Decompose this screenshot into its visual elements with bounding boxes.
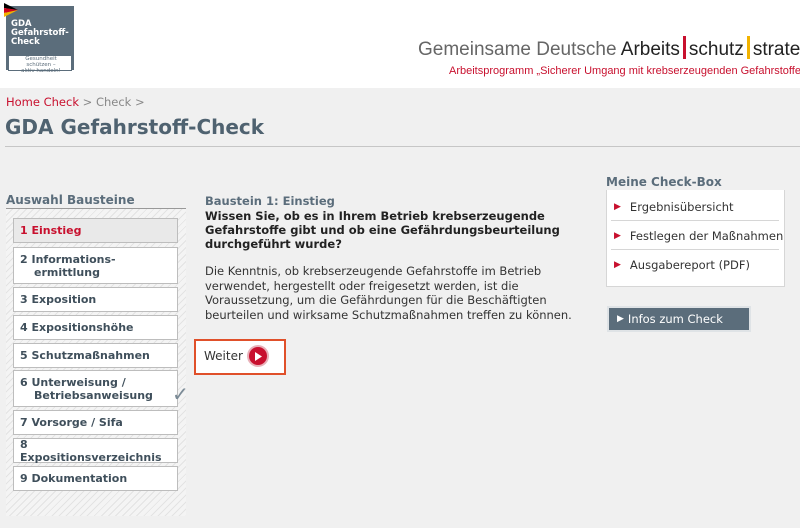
nav-item-unterweisung[interactable]: 6 Unterweisung / Betriebsanweisung	[13, 370, 178, 407]
triangle-right-icon: ▶	[614, 202, 621, 212]
breadcrumb: Home Check > Check >	[6, 95, 145, 109]
question-text: Wissen Sie, ob es in Ihrem Betrieb krebs…	[205, 209, 560, 251]
baustein-title: Baustein 1: Einstieg	[205, 194, 335, 208]
checkbox-item-ausgabereport[interactable]: ▶ Ausgabereport (PDF)	[614, 258, 750, 272]
checkbox-heading: Meine Check-Box	[606, 175, 722, 189]
triangle-right-icon: ▶	[614, 260, 621, 270]
check-mark-icon: ✓	[172, 382, 189, 406]
program-subtitle: Arbeitsprogramm „Sicherer Umgang mit kre…	[449, 65, 800, 77]
logo-text: GDA Gefahrstoff- Check	[11, 19, 69, 47]
gdas-brand: Gemeinsame Deutsche Arbeitsschutzstrateg…	[418, 36, 800, 61]
nav-heading: Auswahl Bausteine	[6, 193, 135, 207]
logo-tagline: Gesundheit schützen – aktiv handeln!	[21, 56, 61, 74]
infos-zum-check-button[interactable]: ▶ Infos zum Check	[609, 308, 749, 330]
divider	[5, 146, 800, 147]
nav-item-informationsermittlung[interactable]: 2 Informations-ermittlung	[13, 247, 178, 284]
breadcrumb-current: Check	[95, 95, 132, 109]
play-icon: ▶	[617, 314, 624, 324]
intro-paragraph: Die Kenntnis, ob krebserzeugende Gefahrs…	[205, 264, 572, 322]
nav-item-einstieg[interactable]: 1 Einstieg	[13, 218, 178, 243]
checkbox-item-massnahmen[interactable]: ▶ Festlegen der Maßnahmen	[614, 229, 783, 243]
breadcrumb-home-link[interactable]: Home Check	[6, 95, 79, 109]
nav-item-exposition[interactable]: 3 Exposition	[13, 287, 178, 312]
triangle-right-icon: ▶	[614, 231, 621, 241]
nav-item-schutzmassnahmen[interactable]: 5 Schutzmaßnahmen	[13, 343, 178, 368]
weiter-label: Weiter	[204, 349, 243, 363]
flag-icon	[4, 3, 18, 17]
nav-item-expositionsverzeichnis[interactable]: 8 Expositionsverzeichnis	[13, 438, 178, 464]
nav-item-vorsorge[interactable]: 7 Vorsorge / Sifa	[13, 410, 178, 435]
nav-item-expositionshoehe[interactable]: 4 Expositionshöhe	[13, 315, 178, 340]
play-circle-icon	[248, 347, 267, 365]
gda-logo[interactable]: GDA Gefahrstoff- Check Gesundheit schütz…	[4, 3, 74, 74]
page-title: GDA Gefahrstoff-Check	[5, 115, 265, 139]
weiter-button[interactable]: Weiter	[204, 347, 267, 365]
nav-item-dokumentation[interactable]: 9 Dokumentation	[13, 466, 178, 491]
checkbox-item-ergebnisuebersicht[interactable]: ▶ Ergebnisübersicht	[614, 200, 734, 214]
